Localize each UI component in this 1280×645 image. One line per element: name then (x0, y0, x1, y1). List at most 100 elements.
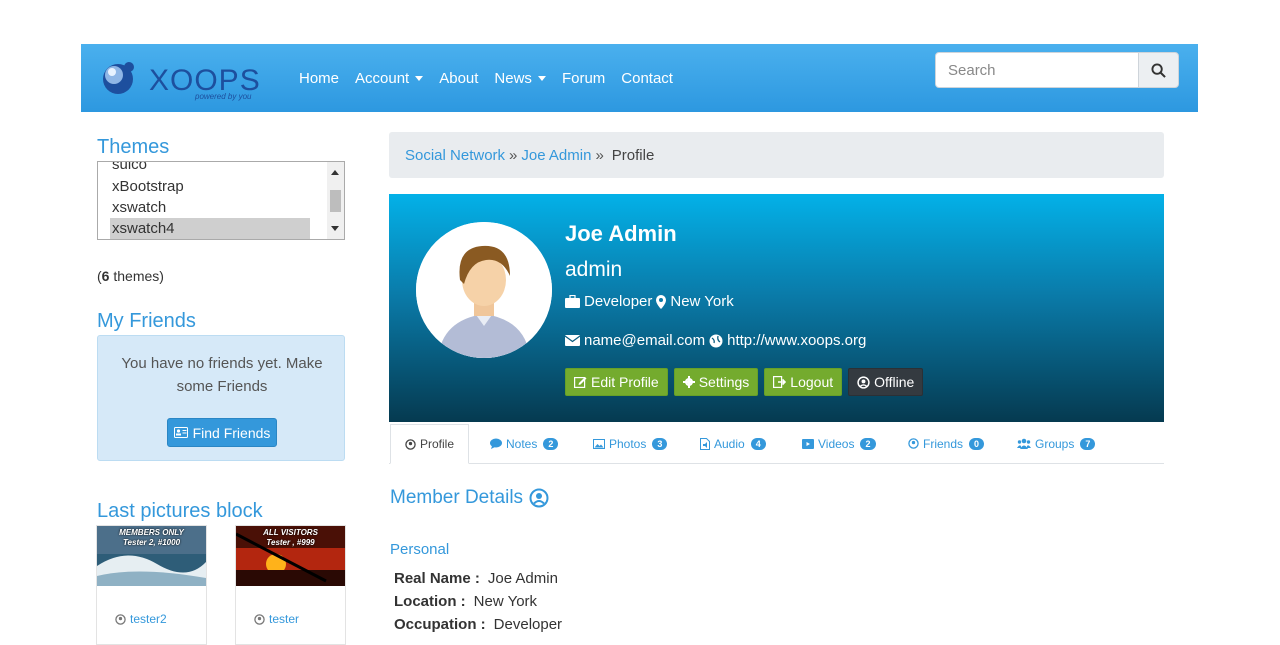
picture-user-link[interactable]: tester2 (115, 612, 167, 626)
settings-button[interactable]: Settings (673, 368, 759, 396)
count-suffix: themes) (109, 268, 164, 284)
logout-label: Logout (790, 374, 834, 390)
scroll-down-icon[interactable] (331, 226, 339, 231)
nav-forum[interactable]: Forum (554, 70, 613, 87)
user-circle-icon (857, 375, 870, 389)
caret-down-icon (415, 75, 424, 81)
breadcrumb: Social Network » Joe Admin » Profile (389, 132, 1164, 178)
tab-friends[interactable]: Friends 0 (908, 424, 985, 463)
nav-home[interactable]: Home (291, 70, 347, 87)
sign-out-icon (773, 376, 787, 388)
breadcrumb-current: Profile (611, 146, 655, 164)
theme-option[interactable]: suico (110, 162, 310, 175)
tab-audio-label: Audio (714, 436, 745, 451)
nav-news[interactable]: News (486, 70, 554, 87)
profile-occupation: Developer (584, 293, 653, 310)
picture-thumbnail[interactable]: MEMBERS ONLY Tester 2, #1000 (97, 526, 206, 586)
user-circle-icon (254, 613, 265, 625)
avatar (416, 222, 552, 358)
search-input[interactable] (935, 52, 1139, 88)
tab-groups[interactable]: Groups 7 (1017, 424, 1096, 463)
tab-profile[interactable]: Profile (390, 424, 470, 464)
picture-caption-sub: Tester , #999 (266, 538, 315, 547)
edit-profile-label: Edit Profile (591, 374, 659, 390)
profile-username: admin (565, 258, 623, 281)
detail-real-name: Real Name : Joe Admin (394, 570, 558, 587)
status-badge: Offline (848, 368, 924, 396)
picture-user-link[interactable]: tester (254, 612, 299, 626)
themes-count: (6 themes) (97, 268, 164, 284)
nav-account-label: Account (355, 69, 410, 87)
nav-account[interactable]: Account (347, 70, 431, 87)
picture-thumbnail[interactable]: ALL VISITORS Tester , #999 (236, 526, 345, 586)
user-circle-icon (529, 488, 549, 508)
breadcrumb-separator: » (595, 146, 604, 164)
picture-caption: ALL VISITORS (263, 528, 318, 537)
groups-count-badge: 7 (1080, 437, 1096, 450)
themes-title: Themes (97, 136, 170, 158)
tab-videos[interactable]: Videos 2 (802, 424, 876, 463)
profile-email[interactable]: name@email.com (584, 332, 705, 349)
theme-option[interactable]: xBootstrap (110, 176, 310, 197)
xoops-logo-icon (103, 62, 134, 94)
detail-value: Joe Admin (487, 570, 558, 587)
caret-down-icon (537, 75, 546, 81)
themes-select[interactable]: suico xBootstrap xswatch xswatch4 (97, 161, 345, 240)
scroll-up-icon[interactable] (331, 170, 339, 175)
detail-value: Developer (493, 616, 563, 633)
logout-button[interactable]: Logout (764, 368, 843, 396)
find-friends-label: Find Friends (192, 424, 271, 441)
brand-logo[interactable]: XOOPS powered by you (99, 58, 260, 101)
nav-about-label: About (439, 69, 479, 87)
avatar-image (416, 222, 552, 358)
profile-contact-line: name@email.com http://www.xoops.org (565, 332, 866, 349)
settings-label: Settings (698, 374, 750, 390)
themes-scrollbar[interactable] (327, 162, 344, 239)
friends-count-badge: 0 (969, 437, 985, 450)
picture-card[interactable]: MEMBERS ONLY Tester 2, #1000 tester2 (96, 525, 207, 645)
photos-count-badge: 3 (652, 437, 668, 450)
nav-contact-label: Contact (621, 69, 673, 87)
top-navbar: XOOPS powered by you Home Account About … (81, 44, 1198, 112)
edit-profile-button[interactable]: Edit Profile (565, 368, 668, 396)
picture-user-name: tester2 (130, 612, 167, 626)
detail-location: Location : New York (394, 593, 537, 610)
users-icon (1017, 438, 1031, 449)
profile-work-line: Developer New York (565, 293, 734, 310)
user-circle-icon (115, 613, 126, 625)
tab-audio[interactable]: Audio 4 (700, 424, 766, 463)
tab-photos[interactable]: Photos 3 (593, 424, 668, 463)
nav-contact[interactable]: Contact (613, 70, 681, 87)
detail-label: Location : (394, 593, 466, 610)
globe-icon (709, 334, 723, 347)
theme-option-selected[interactable]: xswatch4 (110, 218, 310, 239)
picture-card[interactable]: ALL VISITORS Tester , #999 tester (235, 525, 346, 645)
image-icon (593, 438, 605, 449)
notes-count-badge: 2 (543, 437, 559, 450)
breadcrumb-link-social-network[interactable]: Social Network (405, 147, 505, 164)
member-details-title: Member Details (390, 487, 549, 509)
search-button[interactable] (1138, 52, 1179, 88)
theme-option[interactable]: xswatch (110, 197, 310, 218)
id-card-icon (173, 427, 188, 438)
brand-tagline: powered by you (195, 92, 252, 101)
detail-label: Occupation : (394, 616, 486, 633)
profile-website[interactable]: http://www.xoops.org (727, 332, 866, 349)
video-icon (802, 438, 814, 449)
tab-videos-label: Videos (818, 436, 855, 451)
tab-profile-label: Profile (420, 437, 455, 451)
find-friends-button[interactable]: Find Friends (167, 418, 277, 447)
user-circle-icon (405, 438, 416, 450)
tab-notes[interactable]: Notes 2 (490, 424, 559, 463)
videos-count-badge: 2 (860, 437, 876, 450)
edit-icon (574, 377, 587, 388)
nav-about[interactable]: About (431, 70, 486, 87)
scroll-thumb[interactable] (330, 190, 341, 212)
tab-groups-label: Groups (1035, 436, 1075, 451)
picture-user-name: tester (269, 612, 300, 626)
friends-message: You have no friends yet. Make some Frien… (121, 355, 323, 395)
breadcrumb-link-joe-admin[interactable]: Joe Admin (521, 147, 591, 164)
nav-news-label: News (494, 69, 532, 87)
tab-notes-label: Notes (506, 436, 538, 451)
profile-actions: Edit Profile Settings Logout Offline (565, 368, 924, 396)
